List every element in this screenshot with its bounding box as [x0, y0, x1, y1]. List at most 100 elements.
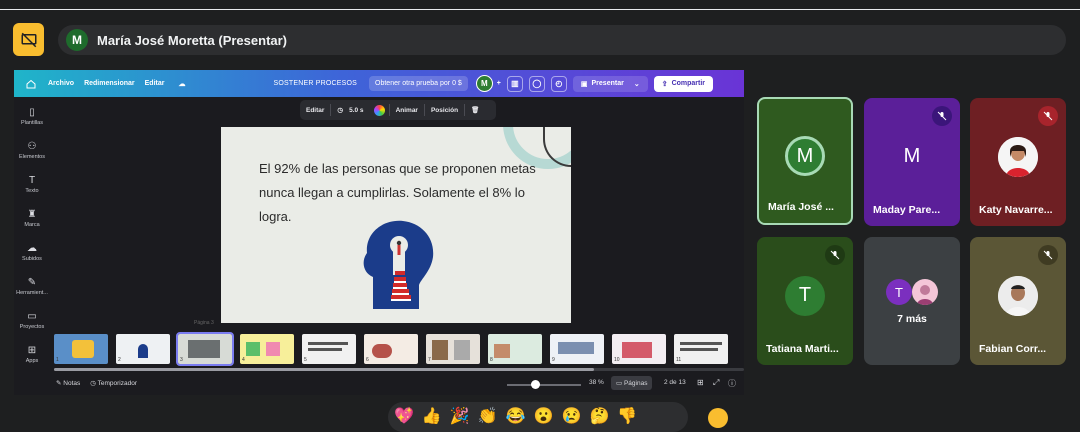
- sidebar-label: Marca: [24, 222, 40, 228]
- brand-icon: ♜: [27, 209, 37, 220]
- trash-icon[interactable]: 🗑: [465, 106, 485, 114]
- thumb-number: 4: [242, 357, 245, 363]
- page-thumbnail[interactable]: 10: [612, 334, 666, 364]
- participant-tile[interactable]: T Tatiana Marti...: [757, 237, 853, 365]
- sidebar-item-templates[interactable]: ▯ Plantillas: [14, 107, 50, 126]
- templates-icon: ▯: [29, 107, 35, 118]
- laugh-reaction-button[interactable]: 😂: [506, 406, 526, 432]
- timer-label: Temporizador: [97, 380, 138, 387]
- sidebar-item-apps[interactable]: ⊞ Apps: [14, 345, 50, 364]
- zoom-slider[interactable]: [507, 384, 581, 386]
- shared-screen: Archivo Redimensionar Editar ☁ SOSTENER …: [14, 70, 744, 395]
- thumbs-up-reaction-button[interactable]: 👍: [422, 406, 442, 432]
- page-thumbnail[interactable]: 1: [54, 334, 108, 364]
- slide-canvas[interactable]: El 92% de las personas que se proponen m…: [221, 127, 571, 323]
- comment-icon[interactable]: ◯: [528, 75, 545, 92]
- skin-tone-button[interactable]: [708, 408, 728, 428]
- home-icon[interactable]: [24, 77, 38, 91]
- sidebar-item-tools[interactable]: ✎ Herramient...: [14, 277, 50, 296]
- participant-photo: [998, 275, 1038, 316]
- insights-icon[interactable]: ▥: [506, 75, 523, 92]
- page-thumbnail[interactable]: 7: [426, 334, 480, 364]
- page-thumbnail[interactable]: 9: [550, 334, 604, 364]
- sidebar-label: Elementos: [19, 154, 45, 160]
- chevron-down-icon: ⌄: [633, 80, 640, 88]
- scrollbar-thumb[interactable]: [54, 368, 594, 371]
- sidebar-label: Texto: [25, 188, 39, 194]
- pen-icon: ✎: [27, 277, 37, 288]
- participant-photo: [912, 279, 938, 305]
- thumbnail-strip: 1 2 3 4 5 6 7 8 9 10 11: [54, 332, 744, 366]
- canva-menubar: Archivo Redimensionar Editar ☁ SOSTENER …: [14, 70, 744, 97]
- upload-icon: ☁: [27, 243, 37, 254]
- sidebar-item-projects[interactable]: ▭ Proyectos: [14, 311, 50, 330]
- grid-view-icon[interactable]: ⊞: [697, 378, 704, 387]
- participant-tile[interactable]: Fabian Corr...: [970, 237, 1066, 365]
- sidebar-item-text[interactable]: T Texto: [14, 175, 50, 194]
- thumbnail-scrollbar[interactable]: [54, 368, 744, 371]
- mic-off-icon: [825, 245, 845, 265]
- color-icon[interactable]: [373, 104, 385, 116]
- stop-presenting-icon[interactable]: [13, 23, 44, 56]
- sidebar-item-brand[interactable]: ♜ Marca: [14, 209, 50, 228]
- position-button[interactable]: Posición: [425, 107, 464, 114]
- surprised-reaction-button[interactable]: 😮: [534, 406, 554, 432]
- page-thumbnail[interactable]: 6: [364, 334, 418, 364]
- timer-icon[interactable]: ◴: [550, 75, 567, 92]
- user-avatar[interactable]: M: [475, 75, 493, 92]
- page-thumbnail[interactable]: 8: [488, 334, 542, 364]
- folder-icon: ▭: [27, 311, 37, 322]
- share-button[interactable]: ⇪ Compartir: [653, 75, 714, 92]
- participant-tile[interactable]: M María José ...: [757, 97, 853, 225]
- zoom-slider-handle[interactable]: [531, 380, 540, 389]
- canva-sidebar: ▯ Plantillas ⚇ Elementos T Texto ♜ Marca ☁ Su…: [14, 97, 50, 395]
- thumb-number: 1: [56, 357, 59, 363]
- participant-tile[interactable]: Katy Navarre...: [970, 98, 1066, 226]
- sidebar-label: Subidos: [22, 256, 42, 262]
- sidebar-item-elements[interactable]: ⚇ Elementos: [14, 141, 50, 160]
- menu-edit[interactable]: Editar: [145, 80, 165, 87]
- help-icon[interactable]: ⓘ: [728, 378, 736, 389]
- edit-button[interactable]: Editar: [300, 107, 330, 114]
- top-edge: [0, 0, 1080, 10]
- page-thumbnail[interactable]: 4: [240, 334, 294, 364]
- participant-name: Katy Navarre...: [979, 204, 1053, 216]
- head-keyhole-illustration: [363, 220, 434, 309]
- notes-button[interactable]: ✎ Notas: [56, 379, 80, 387]
- animate-button[interactable]: Animar: [390, 107, 424, 114]
- thumbs-down-reaction-button[interactable]: 👎: [617, 406, 637, 432]
- trial-button[interactable]: Obtener otra prueba por 0 $: [369, 76, 468, 91]
- thinking-reaction-button[interactable]: 🤔: [589, 406, 609, 432]
- plus-icon[interactable]: +: [497, 80, 501, 87]
- page-thumbnail[interactable]: 2: [116, 334, 170, 364]
- sad-reaction-button[interactable]: 😢: [562, 406, 582, 432]
- duration-button[interactable]: 5.0 s: [349, 107, 369, 114]
- clap-reaction-button[interactable]: 👏: [478, 406, 498, 432]
- participant-avatar: M: [785, 136, 825, 177]
- present-icon: ▣: [580, 80, 588, 88]
- mic-off-icon: [1038, 245, 1058, 265]
- page-thumbnail[interactable]: 3: [176, 332, 234, 366]
- pages-button[interactable]: ▭ Páginas: [611, 376, 653, 390]
- heart-reaction-button[interactable]: 💖: [394, 406, 414, 432]
- participant-tile[interactable]: M Maday Pare...: [864, 98, 960, 226]
- zoom-percent[interactable]: 38 %: [589, 379, 604, 386]
- participant-avatar: T: [886, 279, 912, 305]
- page-thumbnail[interactable]: 5: [302, 334, 356, 364]
- timer-button[interactable]: ◷ Temporizador: [90, 379, 137, 387]
- clock-icon: ◷: [337, 107, 344, 114]
- context-toolbar: Editar ◷ 5.0 s Animar Posición 🗑: [300, 100, 496, 120]
- sidebar-item-uploads[interactable]: ☁ Subidos: [14, 243, 50, 262]
- page-counter: 2 de 13: [664, 379, 686, 386]
- menu-resize[interactable]: Redimensionar: [84, 80, 135, 87]
- fullscreen-icon[interactable]: ⤢: [713, 378, 719, 388]
- menu-file[interactable]: Archivo: [48, 80, 74, 87]
- design-title[interactable]: SOSTENER PROCESOS: [273, 80, 357, 87]
- more-participants-tile[interactable]: T 7 más: [864, 237, 960, 365]
- presenter-avatar: M: [66, 29, 88, 51]
- present-button[interactable]: ▣ Presentar ⌄: [572, 75, 648, 92]
- page-thumbnail[interactable]: 11: [674, 334, 728, 364]
- party-reaction-button[interactable]: 🎉: [450, 406, 470, 432]
- thumb-number: 2: [118, 357, 121, 363]
- cloud-sync-icon: ☁: [178, 80, 186, 88]
